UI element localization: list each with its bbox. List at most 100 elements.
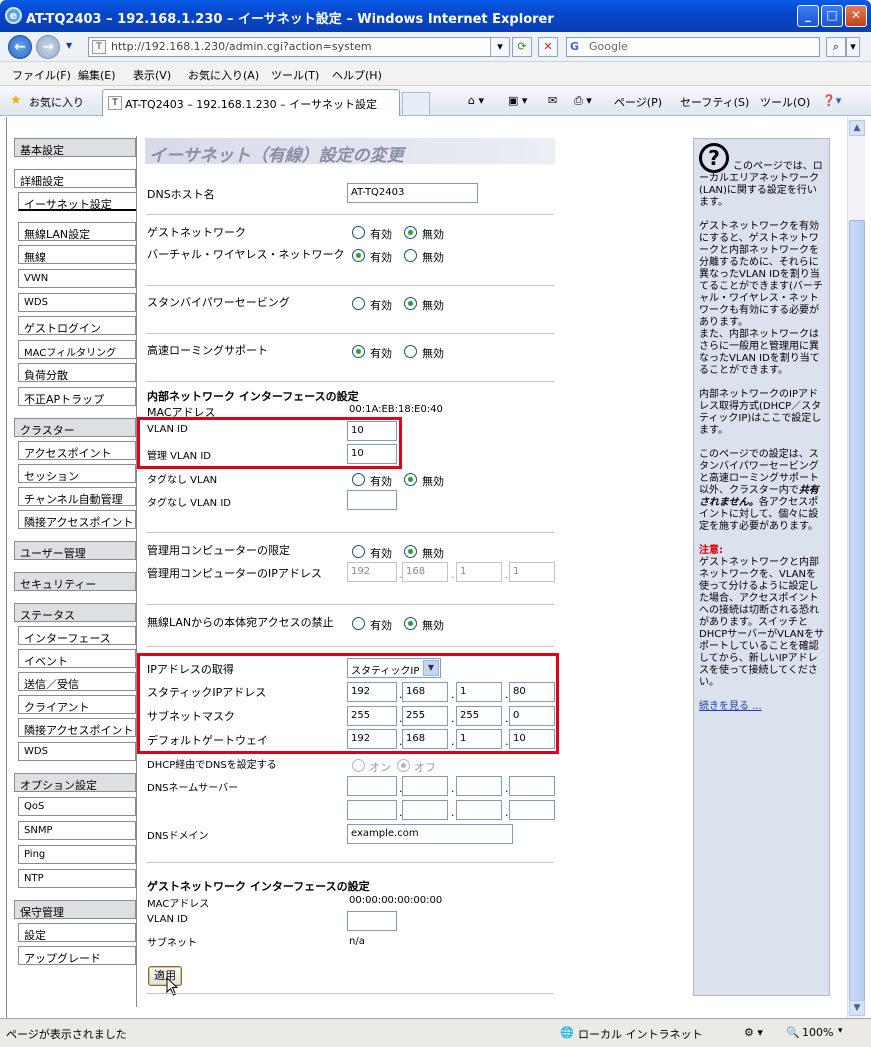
nav-mac-filter[interactable]: MACフィルタリング <box>18 340 136 359</box>
nav-options[interactable]: オプション設定 <box>14 773 136 792</box>
nav-ping[interactable]: Ping <box>18 845 136 864</box>
address-bar[interactable]: T http://192.168.1.230/admin.cgi?action=… <box>88 37 508 57</box>
dns-server-2-octet-3[interactable] <box>456 800 502 820</box>
refresh-icon[interactable]: ⟳ <box>512 37 532 57</box>
nav-interfaces[interactable]: インターフェース <box>18 626 136 645</box>
menu-tools[interactable]: ツール(T) <box>271 67 319 83</box>
close-icon[interactable]: ✕ <box>845 5 867 27</box>
subnet-octet-1[interactable]: 255 <box>347 706 397 726</box>
vertical-scrollbar[interactable]: ▲ ▼ <box>847 117 865 1018</box>
dns-server-1-octet-4[interactable] <box>509 776 555 796</box>
mgmt-pc-ip-octet-1[interactable]: 192 <box>347 562 397 582</box>
favorites-button[interactable]: お気に入り <box>29 94 84 110</box>
untagged-enabled-radio[interactable] <box>352 473 365 486</box>
stop-icon[interactable]: ✕ <box>538 37 558 57</box>
menu-view[interactable]: 表示(V) <box>133 67 171 83</box>
mgmt-pc-ip-octet-3[interactable]: 1 <box>456 562 502 582</box>
wireless-access-enabled-radio[interactable] <box>352 617 365 630</box>
maximize-icon[interactable]: □ <box>821 5 843 27</box>
wireless-access-disabled-radio[interactable] <box>404 617 417 630</box>
subnet-octet-2[interactable]: 255 <box>402 706 448 726</box>
zoom-dropdown-icon[interactable]: ▾ <box>838 1026 843 1036</box>
menu-help[interactable]: ヘルプ(H) <box>332 67 382 83</box>
dns-server-1-octet-3[interactable] <box>456 776 502 796</box>
nav-basic[interactable]: 基本設定 <box>14 138 136 157</box>
dns-server-2-octet-2[interactable] <box>402 800 448 820</box>
history-dropdown-icon[interactable]: ▼ <box>66 41 72 50</box>
nav-auto-channel[interactable]: チャンネル自動管理 <box>18 487 136 506</box>
ip-acquire-select[interactable]: スタティックIP ▼ <box>347 658 441 678</box>
safety-menu-button[interactable]: セーフティ(S) <box>680 94 749 110</box>
home-icon[interactable]: ⌂ ▾ <box>468 94 484 107</box>
static-ip-octet-4[interactable]: 80 <box>509 682 555 702</box>
nav-wds[interactable]: WDS <box>18 293 136 312</box>
dns-server-1-octet-1[interactable] <box>347 776 397 796</box>
gateway-octet-1[interactable]: 192 <box>347 729 397 749</box>
nav-neighbor-ap[interactable]: 隣接アクセスポイント <box>18 510 136 529</box>
static-ip-octet-2[interactable]: 168 <box>402 682 448 702</box>
dns-host-input[interactable]: AT-TQ2403 <box>347 183 478 203</box>
dhcp-dns-off-radio[interactable] <box>397 759 410 772</box>
feeds-icon[interactable]: ▣ ▾ <box>508 94 527 107</box>
nav-user-mgmt[interactable]: ユーザー管理 <box>14 541 136 560</box>
gateway-octet-3[interactable]: 1 <box>456 729 502 749</box>
standby-disabled-radio[interactable] <box>404 297 417 310</box>
tab-current[interactable]: T AT-TQ2403 – 192.168.1.230 – イーサネット設定 <box>102 89 400 116</box>
tools-menu-button[interactable]: ツール(O) <box>760 94 810 110</box>
new-tab-button[interactable] <box>402 92 430 114</box>
mgmt-pc-limit-disabled-radio[interactable] <box>404 545 417 558</box>
nav-ethernet[interactable]: イーサネット設定 <box>18 192 136 211</box>
search-input[interactable]: G Google <box>566 37 820 57</box>
fast-roaming-disabled-radio[interactable] <box>404 345 417 358</box>
dns-server-2-octet-4[interactable] <box>509 800 555 820</box>
mgmt-pc-limit-enabled-radio[interactable] <box>352 545 365 558</box>
nav-neighbor-ap-status[interactable]: 隣接アクセスポイント <box>18 718 136 737</box>
guest-network-disabled-radio[interactable] <box>404 226 417 239</box>
standby-enabled-radio[interactable] <box>352 297 365 310</box>
back-icon[interactable]: ← <box>8 35 32 59</box>
search-options-icon[interactable]: ▾ <box>846 37 860 57</box>
nav-rogue-ap[interactable]: 不正APトラップ <box>18 387 136 406</box>
zoom-level[interactable]: 100% <box>802 1026 833 1039</box>
mgmt-pc-ip-octet-4[interactable]: 1 <box>509 562 555 582</box>
nav-wireless[interactable]: 無線 <box>18 245 136 264</box>
vlan-id-input[interactable]: 10 <box>347 421 397 441</box>
menu-file[interactable]: ファイル(F) <box>12 67 71 83</box>
nav-vwn[interactable]: VWN <box>18 269 136 288</box>
print-icon[interactable]: ⎙ ▾ <box>574 94 592 108</box>
subnet-octet-3[interactable]: 255 <box>456 706 502 726</box>
scrollbar-thumb[interactable] <box>849 220 865 1003</box>
nav-load-balance[interactable]: 負荷分散 <box>18 363 136 382</box>
nav-cluster[interactable]: クラスター <box>14 418 136 437</box>
dns-domain-input[interactable]: example.com <box>347 824 513 844</box>
guest-network-enabled-radio[interactable] <box>352 226 365 239</box>
guest-vlan-input[interactable] <box>347 911 397 931</box>
nav-guest-login[interactable]: ゲストログイン <box>18 316 136 335</box>
nav-maintenance[interactable]: 保守管理 <box>14 900 136 919</box>
gateway-octet-4[interactable]: 10 <box>509 729 555 749</box>
nav-settings[interactable]: 設定 <box>18 923 136 942</box>
forward-icon[interactable]: → <box>36 35 60 59</box>
scroll-down-icon[interactable]: ▼ <box>849 1000 865 1016</box>
untagged-disabled-radio[interactable] <box>404 473 417 486</box>
nav-advanced[interactable]: 詳細設定 <box>14 169 136 188</box>
nav-snmp[interactable]: SNMP <box>18 821 136 840</box>
address-dropdown-icon[interactable]: ▾ <box>490 37 510 57</box>
menu-edit[interactable]: 編集(E) <box>78 67 116 83</box>
favorites-star-icon[interactable]: ★ <box>10 93 22 108</box>
static-ip-octet-3[interactable]: 1 <box>456 682 502 702</box>
static-ip-octet-1[interactable]: 192 <box>347 682 397 702</box>
dns-server-1-octet-2[interactable] <box>402 776 448 796</box>
gateway-octet-2[interactable]: 168 <box>402 729 448 749</box>
nav-status[interactable]: ステータス <box>14 603 136 622</box>
dns-server-2-octet-1[interactable] <box>347 800 397 820</box>
virtual-wireless-enabled-radio[interactable] <box>352 249 365 262</box>
help-more-link[interactable]: 続きを見る ... <box>699 701 762 712</box>
nav-qos[interactable]: QoS <box>18 797 136 816</box>
mgmt-vlan-input[interactable]: 10 <box>347 444 397 464</box>
search-icon[interactable]: ⌕ <box>826 37 846 57</box>
minimize-icon[interactable]: _ <box>797 5 819 27</box>
nav-ntp[interactable]: NTP <box>18 869 136 888</box>
help-icon[interactable]: ❓▾ <box>822 94 841 107</box>
menu-favorites[interactable]: お気に入り(A) <box>188 67 259 83</box>
